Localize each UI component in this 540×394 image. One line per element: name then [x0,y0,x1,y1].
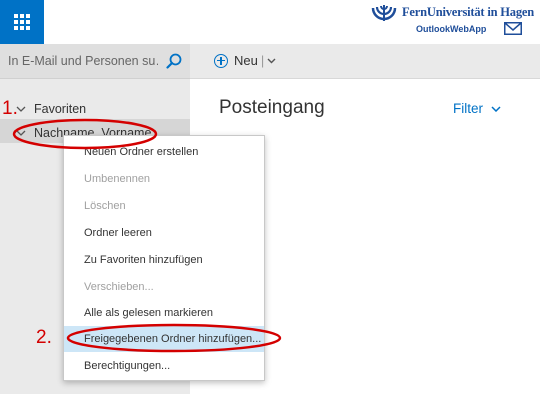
filter-button[interactable]: Filter [453,101,501,116]
envelope-icon [504,22,522,35]
menu-item-delete[interactable]: Löschen [64,193,264,219]
new-button-separator: | [260,53,265,68]
folder-context-menu: Neuen Ordner erstellen Umbenennen Lösche… [63,135,265,381]
search-icon[interactable] [166,53,182,69]
annotation-step-1: 1. [2,98,18,119]
annotation-step-2: 2. [36,327,52,348]
new-button[interactable]: Neu | [214,53,276,68]
menu-item-mark-all-read[interactable]: Alle als gelesen markieren [64,300,264,326]
chevron-down-icon[interactable] [16,130,26,136]
app-launcher-button[interactable] [0,0,44,44]
brand-name: FernUniversität in Hagen [402,5,534,19]
filter-label: Filter [453,101,483,116]
top-bar: FernUniversität in Hagen OutlookWebApp [0,0,540,44]
waffle-grid-icon [14,14,30,30]
menu-item-add-to-favorites[interactable]: Zu Favoriten hinzufügen [64,247,264,273]
search-input[interactable] [8,52,158,70]
menu-item-new-folder[interactable]: Neuen Ordner erstellen [64,139,264,165]
folder-favorites[interactable]: Favoriten [16,102,86,116]
university-logo-icon [371,5,397,21]
search-box[interactable] [0,44,190,79]
folder-favorites-label: Favoriten [34,102,87,116]
menu-item-add-shared-folder[interactable]: Freigegebenen Ordner hinzufügen... [64,326,264,352]
plus-circle-icon [214,53,228,68]
menu-item-rename[interactable]: Umbenennen [64,166,264,192]
brand-logo-area: FernUniversität in Hagen OutlookWebApp [370,3,534,41]
brand-app-name: OutlookWebApp [416,24,487,34]
menu-item-permissions[interactable]: Berechtigungen... [64,353,264,379]
command-bar: Neu | [190,44,540,79]
page-title: Posteingang [219,97,325,118]
new-button-label: Neu [234,53,258,68]
chevron-down-icon [491,105,501,112]
menu-item-move[interactable]: Verschieben... [64,274,264,300]
menu-item-empty-folder[interactable]: Ordner leeren [64,220,264,246]
chevron-down-icon[interactable] [267,58,276,64]
